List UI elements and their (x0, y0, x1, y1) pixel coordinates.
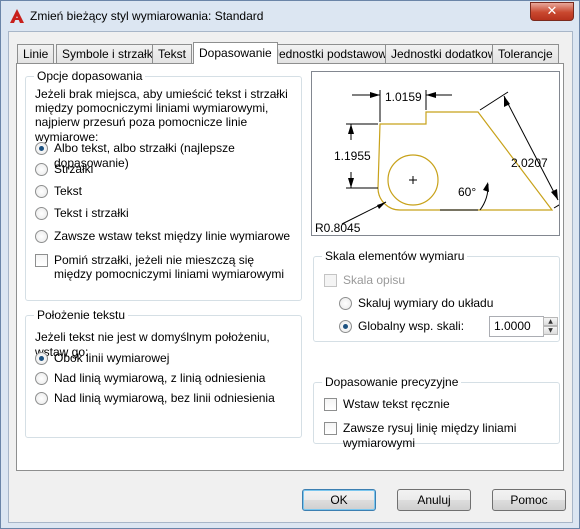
tab-tekst[interactable]: Tekst (152, 44, 193, 63)
radio-arrows-label[interactable]: Strzałki (54, 162, 93, 177)
tab-panel-dopasowanie: Opcje dopasowania Jeżeli brak miejsca, a… (16, 63, 565, 471)
title-bar[interactable]: Zmień bieżący styl wymiarowania: Standar… (1, 1, 579, 31)
draw-dim-line-label[interactable]: Zawsze rysuj linię między liniami wymiar… (343, 421, 559, 451)
dialog-window: Zmień bieżący styl wymiarowania: Standar… (0, 0, 580, 529)
help-button[interactable]: Pomoc (492, 489, 566, 511)
fit-options-legend: Opcje dopasowania (34, 69, 146, 83)
overall-scale-spinner[interactable]: ▲ ▼ (543, 317, 558, 336)
radio-over-with-leader-label[interactable]: Nad linią wymiarową, z linią odniesienia (54, 371, 265, 386)
spin-up-icon[interactable]: ▲ (543, 317, 558, 326)
radio-over-with-leader[interactable] (35, 372, 48, 385)
suppress-arrows-checkbox[interactable] (35, 254, 48, 267)
suppress-arrows-label-2[interactable]: między pomocniczymi liniami wymiarowymi (54, 267, 284, 282)
radio-scale-to-layout[interactable] (339, 297, 352, 310)
preview-dim-left: 1.1955 (334, 149, 371, 163)
tab-symbole[interactable]: Symbole i strzałki (56, 44, 162, 63)
radio-always-keep-text[interactable] (35, 230, 48, 243)
fine-tuning-group: Dopasowanie precyzyjne Wstaw tekst ręczn… (313, 375, 560, 450)
radio-overall-scale-label[interactable]: Globalny wsp. skali: (358, 319, 464, 334)
spin-down-icon[interactable]: ▼ (543, 326, 558, 335)
tab-tolerancje[interactable]: Tolerancje (492, 44, 559, 63)
text-placement-legend: Położenie tekstu (34, 308, 129, 322)
close-button[interactable]: ✕ (530, 2, 574, 21)
radio-beside-dim-line[interactable] (35, 352, 48, 365)
dimension-preview: 1.0159 1.1955 2.0207 60° R0.8045 (311, 71, 565, 236)
suppress-arrows-label-1[interactable]: Pomiń strzałki, jeżeli nie mieszczą się (54, 253, 254, 268)
fine-tuning-legend: Dopasowanie precyzyjne (322, 375, 462, 389)
radio-always-keep-text-label[interactable]: Zawsze wstaw tekst między linie wymiarow… (54, 229, 290, 244)
radio-text-and-arrows[interactable] (35, 207, 48, 220)
preview-dim-right: 2.0207 (511, 156, 548, 170)
overall-scale-input[interactable]: 1.0000 (489, 316, 544, 337)
tab-linie[interactable]: Linie (17, 44, 55, 63)
dialog-client: Linie Symbole i strzałki Tekst Dopasowan… (8, 31, 573, 523)
text-placement-group: Położenie tekstu Jeżeli tekst nie jest w… (25, 308, 302, 438)
autocad-icon (10, 9, 24, 23)
tab-jednostki-dodatkowe[interactable]: Jednostki dodatkowe (385, 44, 510, 63)
radio-best-fit[interactable] (35, 142, 48, 155)
preview-drawing: 1.0159 1.1955 2.0207 60° R0.8045 (315, 90, 565, 235)
draw-dim-line-checkbox[interactable] (324, 422, 337, 435)
preview-dim-angle: 60° (458, 185, 476, 199)
radio-scale-to-layout-label[interactable]: Skaluj wymiary do układu (358, 296, 493, 311)
preview-dim-top: 1.0159 (385, 90, 422, 104)
preview-dim-radius: R0.8045 (315, 221, 361, 235)
cancel-button[interactable]: Anuluj (397, 489, 471, 511)
radio-over-without-leader[interactable] (35, 392, 48, 405)
fit-options-group: Opcje dopasowania Jeżeli brak miejsca, a… (25, 69, 302, 301)
annotative-label: Skala opisu (343, 273, 406, 287)
window-title: Zmień bieżący styl wymiarowania: Standar… (30, 9, 264, 23)
place-text-manually-checkbox[interactable] (324, 398, 337, 411)
ok-button[interactable]: OK (302, 489, 376, 511)
radio-text-label[interactable]: Tekst (54, 184, 82, 199)
fit-description-line-2: między pomocniczymi liniami wymiarowymi, (35, 101, 269, 115)
radio-beside-dim-line-label[interactable]: Obok linii wymiarowej (54, 351, 169, 366)
scale-group: Skala elementów wymiaru Skala opisu Skal… (313, 249, 560, 342)
scale-legend: Skala elementów wymiaru (322, 249, 468, 263)
tab-dopasowanie[interactable]: Dopasowanie (193, 42, 278, 64)
radio-text[interactable] (35, 185, 48, 198)
tab-jednostki-podstawowe[interactable]: Jednostki podstawowe (267, 44, 400, 63)
radio-overall-scale[interactable] (339, 320, 352, 333)
radio-over-without-leader-label[interactable]: Nad linią wymiarową, bez linii odniesien… (54, 391, 275, 406)
fit-description-line-1: Jeżeli brak miejsca, aby umieścić tekst … (35, 87, 288, 101)
radio-text-and-arrows-label[interactable]: Tekst i strzałki (54, 206, 129, 221)
radio-arrows[interactable] (35, 163, 48, 176)
place-text-manually-label[interactable]: Wstaw tekst ręcznie (343, 397, 450, 412)
annotative-checkbox[interactable] (324, 274, 337, 287)
